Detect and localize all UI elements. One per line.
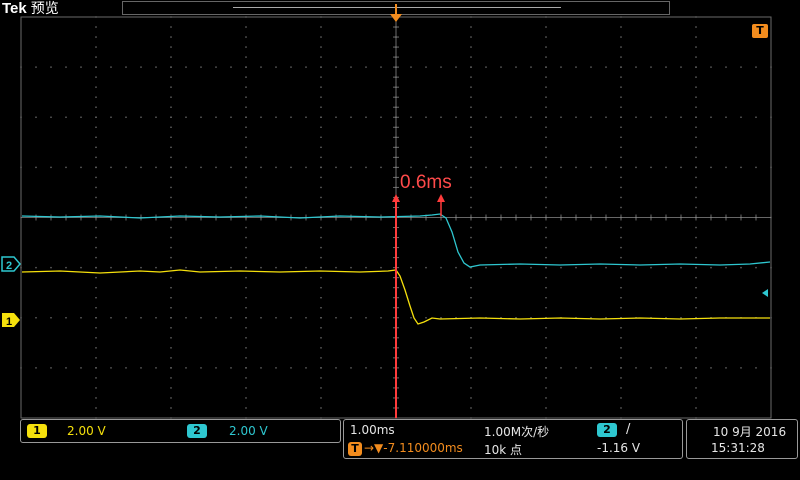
record-length: 10k 点 (484, 443, 523, 457)
sample-rate: 1.00M次/秒 (484, 425, 550, 439)
ch2-scale: 2.00 V (229, 424, 268, 438)
channel-status-box[interactable]: 1 2.00 V 2 2.00 V (20, 419, 341, 443)
trigger-slope-icon: / (626, 422, 631, 437)
svg-text:2: 2 (6, 260, 12, 272)
trigger-indicator: T (752, 24, 768, 38)
oscilloscope-display: 2 1 (1, 4, 772, 419)
svg-text:1: 1 (6, 316, 12, 328)
trigger-level-arrow[interactable] (762, 289, 768, 297)
ch1-scale: 2.00 V (67, 424, 106, 438)
horizontal-trigger-box[interactable]: 1.00ms 1.00M次/秒 2 / T →▼-7.110000ms 10k … (343, 419, 683, 459)
time: 15:31:28 (711, 441, 765, 455)
horizontal-position: →▼-7.110000ms (364, 441, 463, 455)
trigger-source-badge: 2 (597, 423, 617, 437)
trigger-level: -1.16 V (597, 441, 641, 455)
trigger-t-icon: T (348, 442, 362, 456)
datetime-box: 10 9月 2016 15:31:28 (686, 419, 798, 459)
delay-annotation: 0.6ms (400, 172, 452, 193)
date: 10 9月 2016 (713, 425, 787, 439)
delay-markers (392, 194, 445, 418)
trigger-position-marker[interactable] (390, 4, 402, 22)
ch1-badge[interactable]: 1 (27, 424, 47, 438)
ch2-badge[interactable]: 2 (187, 424, 207, 438)
ch2-level-marker[interactable]: 2 (1, 256, 21, 272)
timebase: 1.00ms (350, 423, 395, 437)
ch1-level-marker[interactable]: 1 (2, 313, 20, 328)
